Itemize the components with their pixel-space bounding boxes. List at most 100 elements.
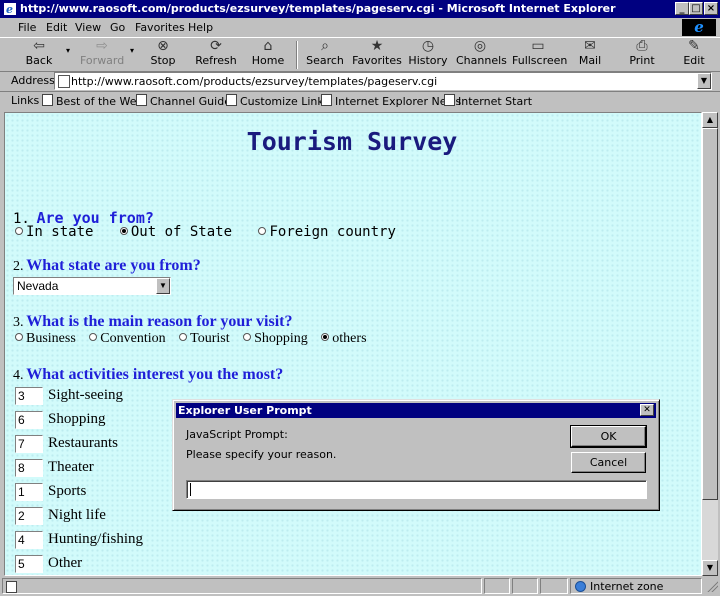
ie-window-icon: e (4, 3, 16, 16)
cancel-button[interactable]: Cancel (571, 452, 646, 473)
refresh-button[interactable]: ⟳ Refresh (194, 38, 238, 67)
ok-button[interactable]: OK (570, 425, 647, 448)
activity-rank-input[interactable]: 3 (15, 387, 43, 405)
link-best-of-the-web[interactable]: Best of the Web (42, 94, 143, 108)
address-url: http://www.raosoft.com/products/ezsurvey… (71, 75, 438, 88)
radio-in-state[interactable]: In state (15, 224, 93, 240)
links-bar: Links Best of the Web Channel Guide Cust… (0, 92, 720, 110)
radio-others[interactable]: others (321, 331, 367, 347)
forward-dropdown[interactable]: ▾ (126, 46, 138, 55)
radio-business[interactable]: Business (15, 331, 76, 347)
radio-convention[interactable]: Convention (89, 331, 166, 347)
menu-help[interactable]: Help (188, 21, 213, 34)
maximize-button[interactable]: □ (689, 2, 703, 15)
menu-edit[interactable]: Edit (46, 21, 67, 34)
state-select[interactable]: Nevada ▼ (13, 277, 171, 295)
radio-icon (258, 227, 267, 235)
menu-view[interactable]: View (75, 21, 101, 34)
forward-arrow-icon: ⇨ (96, 38, 108, 54)
link-page-icon (42, 94, 53, 106)
activity-label: Hunting/fishing (48, 531, 144, 547)
dialog-prompt-label: JavaScript Prompt: (186, 428, 288, 441)
print-button[interactable]: ⎙ Print (626, 38, 658, 67)
dialog-close-button[interactable]: ✕ (640, 404, 654, 416)
menu-go[interactable]: Go (110, 21, 125, 34)
window-titlebar[interactable]: e http://www.raosoft.com/products/ezsurv… (0, 0, 720, 18)
radio-icon (15, 227, 23, 235)
question-3-text: What is the main reason for your visit? (26, 313, 293, 330)
radio-foreign-country[interactable]: Foreign country (258, 224, 396, 240)
channels-button[interactable]: ◎ Channels (456, 38, 507, 67)
activity-rank-input[interactable]: 8 (15, 459, 43, 477)
status-pane (512, 578, 538, 594)
link-ie-news[interactable]: Internet Explorer News (321, 94, 461, 108)
question-2: 2. What state are you from? (13, 257, 201, 274)
radio-selected-icon (321, 333, 330, 341)
link-page-icon (321, 94, 332, 106)
back-button[interactable]: ⇦ Back (20, 38, 58, 67)
status-bar: Internet zone (0, 577, 720, 596)
fullscreen-button[interactable]: ▭ Fullscreen (512, 38, 567, 67)
home-button[interactable]: ⌂ Home (250, 38, 286, 67)
address-dropdown-button[interactable]: ▼ (697, 73, 711, 89)
security-zone[interactable]: Internet zone (570, 578, 702, 594)
activity-rank-input[interactable]: 7 (15, 435, 43, 453)
link-customize-links[interactable]: Customize Links (226, 94, 330, 108)
ie-throbber-logo: e (682, 19, 716, 36)
radio-shopping[interactable]: Shopping (243, 331, 308, 347)
question-3: 3. What is the main reason for your visi… (13, 313, 293, 330)
link-internet-start[interactable]: Internet Start (444, 94, 532, 108)
activity-label: Night life (48, 507, 106, 523)
link-page-icon (444, 94, 455, 106)
history-button[interactable]: ◷ History (408, 38, 448, 67)
favorites-button[interactable]: ★ Favorites (352, 38, 402, 67)
edit-button[interactable]: ✎ Edit (678, 38, 710, 67)
scroll-down-button[interactable]: ▼ (702, 560, 718, 576)
status-pane (540, 578, 568, 594)
prompt-input[interactable] (186, 480, 647, 499)
activity-rank-input[interactable]: 4 (15, 531, 43, 549)
question-1-options: In state Out of State Foreign country (15, 224, 414, 240)
scroll-up-button[interactable]: ▲ (702, 112, 718, 128)
minimize-button[interactable]: _ (675, 2, 689, 15)
back-arrow-icon: ⇦ (33, 38, 45, 54)
address-label: Address (11, 74, 55, 87)
menu-file[interactable]: File (18, 21, 36, 34)
globe-icon (575, 581, 586, 592)
standard-toolbar: ⇦ Back ▾ ⇨ Forward ▾ ⊗ Stop ⟳ Refresh ⌂ … (0, 37, 720, 72)
printer-icon: ⎙ (636, 38, 648, 54)
menu-bar: File Edit View Go Favorites Help (0, 18, 720, 37)
stop-icon: ⊗ (157, 38, 169, 54)
chevron-down-icon[interactable]: ▼ (156, 278, 170, 294)
back-dropdown[interactable]: ▾ (62, 46, 74, 55)
resize-grip[interactable] (706, 580, 718, 592)
state-select-value: Nevada (17, 279, 59, 293)
radio-icon (243, 333, 252, 341)
activity-label: Shopping (48, 411, 106, 427)
dialog-titlebar[interactable]: Explorer User Prompt ✕ (176, 403, 656, 418)
activity-rank-input[interactable]: 2 (15, 507, 43, 525)
question-4-text: What activities interest you the most? (26, 366, 284, 383)
favorites-folder-icon: ★ (370, 38, 384, 54)
vertical-scrollbar[interactable]: ▲ ▼ (702, 112, 718, 576)
radio-tourist[interactable]: Tourist (179, 331, 230, 347)
close-window-button[interactable]: × (704, 2, 718, 15)
zone-label: Internet zone (590, 580, 664, 593)
address-input[interactable]: http://www.raosoft.com/products/ezsurvey… (54, 72, 712, 90)
forward-button[interactable]: ⇨ Forward (80, 38, 124, 67)
search-icon: ⌕ (321, 38, 329, 54)
search-button[interactable]: ⌕ Search (304, 38, 346, 67)
activity-rank-input[interactable]: 1 (15, 483, 43, 501)
radio-out-of-state[interactable]: Out of State (119, 224, 232, 240)
link-page-icon (136, 94, 147, 106)
scroll-thumb[interactable] (702, 128, 718, 500)
window-title: http://www.raosoft.com/products/ezsurvey… (20, 2, 616, 15)
status-pane (484, 578, 510, 594)
dialog-message: Please specify your reason. (186, 448, 337, 461)
activity-rank-input[interactable]: 6 (15, 411, 43, 429)
mail-button[interactable]: ✉ Mail (574, 38, 606, 67)
activity-rank-input[interactable]: 5 (15, 555, 43, 573)
link-channel-guide[interactable]: Channel Guide (136, 94, 231, 108)
stop-button[interactable]: ⊗ Stop (146, 38, 180, 67)
menu-favorites[interactable]: Favorites (135, 21, 185, 34)
